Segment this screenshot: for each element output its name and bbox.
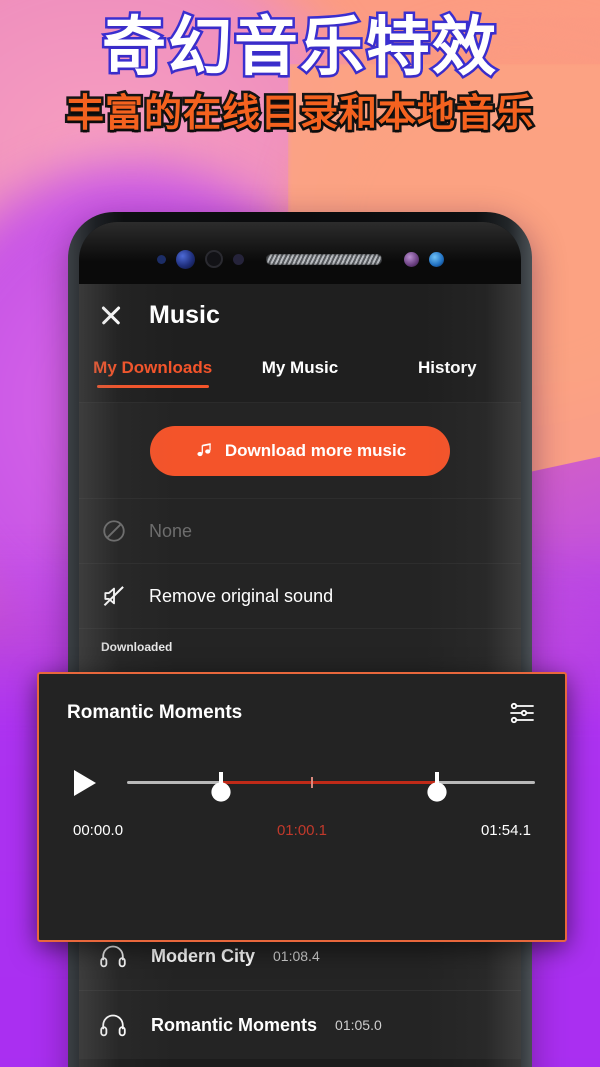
headphones-icon <box>99 943 127 969</box>
slider-selected-range <box>220 781 438 784</box>
slider-handle-start[interactable] <box>208 772 234 802</box>
light-sensor-icon <box>232 253 244 265</box>
tab-bar: My Downloads My Music History <box>79 346 521 403</box>
trim-range-slider[interactable] <box>127 766 535 802</box>
table-row[interactable]: Romantic Moments 01:05.0 <box>79 990 521 1059</box>
mute-speaker-icon <box>101 583 127 609</box>
option-row-remove-original-sound[interactable]: Remove original sound <box>79 563 521 628</box>
option-label-remove-original-sound: Remove original sound <box>149 585 334 606</box>
tab-my-downloads[interactable]: My Downloads <box>79 346 226 388</box>
track-duration: 01:05.0 <box>335 1017 382 1033</box>
phone-sensor-row <box>79 248 521 270</box>
download-button-row: Download more music <box>79 402 521 498</box>
tab-bar-divider <box>79 402 521 403</box>
close-icon[interactable] <box>97 301 125 329</box>
tab-history[interactable]: History <box>374 346 521 378</box>
promo-screenshot: 奇幻音乐特效 丰富的在线目录和本地音乐 Music My Downloads M… <box>0 0 600 1067</box>
trimmer-timestamps: 00:00.0 01:00.1 01:54.1 <box>39 800 565 839</box>
trimmer-header: Romantic Moments <box>39 674 565 728</box>
audio-trimmer-panel: Romantic Moments 00:00.0 01:00.1 01:54.1 <box>37 672 567 942</box>
slider-playhead <box>310 777 313 788</box>
option-label-none: None <box>149 520 193 541</box>
track-duration: 01:08.4 <box>273 948 320 964</box>
sensor-purple-icon <box>403 251 419 267</box>
earpiece-speaker-icon <box>265 253 382 265</box>
headphones-icon <box>99 1012 127 1038</box>
track-name: Modern City <box>151 945 256 966</box>
trim-start-time: 00:00.0 <box>73 822 124 839</box>
promo-text-block: 奇幻音乐特效 丰富的在线目录和本地音乐 <box>0 11 600 135</box>
trim-end-time: 01:54.1 <box>480 822 531 839</box>
tab-my-music[interactable]: My Music <box>226 346 373 378</box>
app-bar: Music <box>79 284 521 346</box>
proximity-sensor-icon <box>156 254 166 264</box>
music-note-icon <box>194 441 214 461</box>
page-title: Music <box>149 300 220 329</box>
iris-sensor-icon <box>204 250 223 268</box>
trimmer-track-title: Romantic Moments <box>67 702 243 723</box>
promo-subheadline: 丰富的在线目录和本地音乐 <box>63 91 535 135</box>
promo-headline: 奇幻音乐特效 <box>100 11 499 85</box>
slider-handle-end[interactable] <box>424 772 450 802</box>
trimmer-controls <box>39 728 565 802</box>
section-header-label: Downloaded <box>101 640 173 654</box>
section-header-downloaded: Downloaded <box>79 628 521 665</box>
download-more-music-button[interactable]: Download more music <box>150 426 450 476</box>
trim-current-time: 01:00.1 <box>276 822 328 839</box>
no-sound-icon <box>101 518 127 544</box>
option-row-none[interactable]: None <box>79 498 521 563</box>
sensor-blue-icon <box>428 251 444 267</box>
equalizer-icon[interactable] <box>507 698 537 728</box>
play-icon[interactable] <box>67 766 101 800</box>
download-button-label: Download more music <box>224 441 407 460</box>
front-camera-icon <box>175 249 195 269</box>
track-name: Romantic Moments <box>151 1014 318 1035</box>
